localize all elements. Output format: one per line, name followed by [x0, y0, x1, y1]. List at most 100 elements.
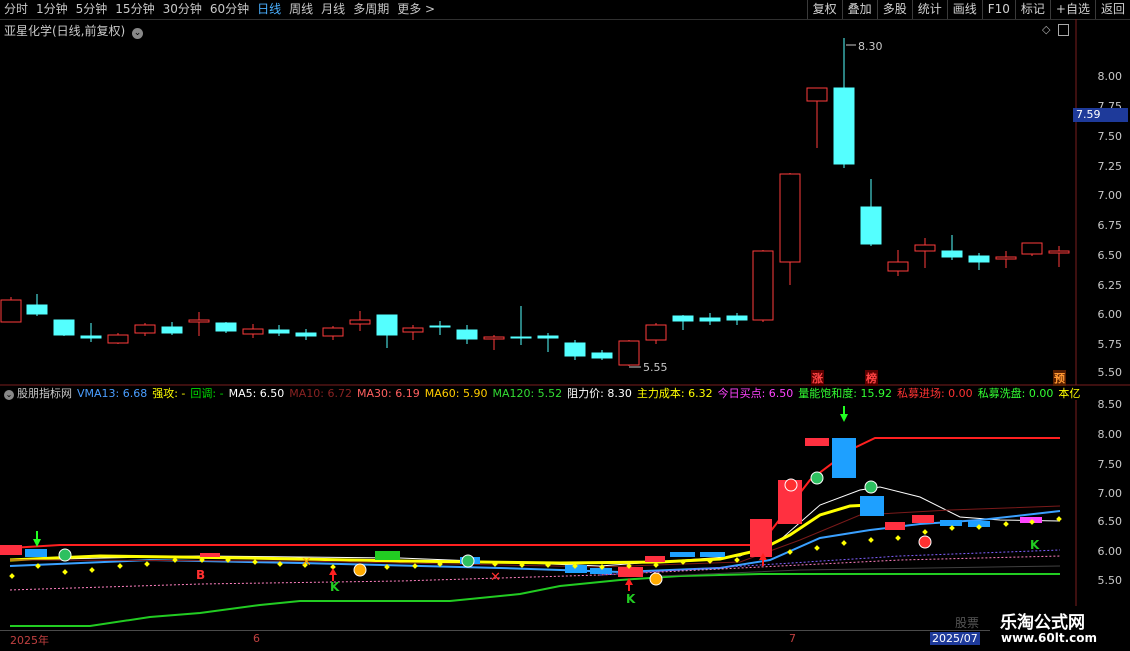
toolbar-btn-0[interactable]: 复权	[806, 0, 842, 19]
toolbar-btn-7[interactable]: +自选	[1049, 0, 1095, 19]
signal-circle	[810, 471, 824, 485]
signal-dot	[895, 535, 901, 541]
indicator-tick: 7.50	[1097, 458, 1123, 471]
tab-3[interactable]: 15分钟	[111, 0, 158, 19]
marker-bang: 榜	[865, 370, 878, 386]
tab-4[interactable]: 30分钟	[159, 0, 206, 19]
indicator-value-14: 本亿	[1058, 387, 1081, 400]
price-tick: 8.00	[1097, 70, 1123, 83]
tab-5[interactable]: 60分钟	[206, 0, 253, 19]
tab-8[interactable]: 月线	[317, 0, 349, 19]
price-tick: 7.25	[1097, 160, 1123, 173]
tab-1[interactable]: 1分钟	[32, 0, 72, 19]
indicator-tick: 8.00	[1097, 428, 1123, 441]
candle-body	[215, 322, 237, 332]
candle-body	[107, 334, 129, 344]
indicator-bar	[940, 520, 962, 526]
candle-body	[510, 336, 532, 339]
marker-zhang: 涨	[811, 370, 824, 386]
candle-body	[0, 299, 22, 323]
indicator-value-13: 私募洗盘: 0.00	[977, 387, 1054, 400]
candle-body	[1048, 250, 1070, 254]
current-price-tag: 7.59	[1073, 108, 1128, 122]
price-tick: 6.75	[1097, 219, 1123, 232]
indicator-chart[interactable]: ✕ ✕ B K K K	[0, 400, 1130, 630]
indicator-bar	[590, 568, 612, 574]
candle-body	[752, 250, 774, 321]
signal-dot	[922, 529, 928, 535]
signal-label: K	[1030, 538, 1040, 552]
candle-body	[295, 332, 317, 337]
svg-text:✕: ✕	[301, 555, 312, 570]
candle-body	[537, 335, 559, 339]
indicator-bar	[912, 515, 934, 523]
signal-dot	[252, 559, 258, 565]
toolbar-btn-2[interactable]: 多股	[876, 0, 912, 19]
signal-circle	[649, 572, 663, 586]
indicator-value-3: MA5: 6.50	[228, 387, 285, 400]
signal-dot	[412, 563, 418, 569]
indicator-tick: 8.50	[1097, 398, 1123, 411]
signal-circle	[353, 563, 367, 577]
toolbar-btn-6[interactable]: 标记	[1014, 0, 1050, 19]
indicator-value-10: 今日买点: 6.50	[717, 387, 794, 400]
candle-body	[887, 261, 909, 272]
signal-circle	[58, 548, 72, 562]
tab-9[interactable]: 多周期	[349, 0, 393, 19]
candle-body	[349, 319, 371, 325]
candle-body	[591, 352, 613, 359]
indicator-value-11: 量能饱和度: 15.92	[798, 387, 892, 400]
signal-dot	[1003, 521, 1009, 527]
price-tick: 6.00	[1097, 308, 1123, 321]
indicator-tick: 7.00	[1097, 487, 1123, 500]
watermark-url: www.60lt.com	[1001, 631, 1098, 645]
signal-dot	[89, 567, 95, 573]
toolbar-btn-1[interactable]: 叠加	[841, 0, 877, 19]
date-axis: 2025年 6 7 2025/07	[0, 630, 1080, 651]
candle-body	[914, 244, 936, 252]
chevron-down-icon[interactable]: ⌄	[4, 390, 14, 400]
candle-body	[779, 173, 801, 263]
indicator-bar	[0, 545, 22, 555]
candle-body	[483, 336, 505, 340]
toolbar-btn-5[interactable]: F10	[981, 0, 1015, 19]
signal-label: B	[196, 568, 205, 582]
indicator-value-2: 回调: -	[190, 387, 224, 400]
candle-body	[268, 329, 290, 334]
candle-body	[726, 315, 748, 321]
tab-0[interactable]: 分时	[0, 0, 32, 19]
price-tick: 5.75	[1097, 338, 1123, 351]
signal-dot	[868, 537, 874, 543]
watermark-title: 乐淘公式网	[1000, 613, 1085, 633]
indicator-bar	[832, 438, 856, 478]
indicator-value-0: VMA13: 6.68	[77, 387, 148, 400]
indicator-value-1: 强攻: -	[152, 387, 186, 400]
indicator-bar	[700, 552, 725, 557]
tab-7[interactable]: 周线	[285, 0, 317, 19]
toolbar-btn-8[interactable]: 返回	[1094, 0, 1130, 19]
indicator-tick: 6.50	[1097, 515, 1123, 528]
candle-body	[161, 326, 183, 334]
indicator-bar	[805, 438, 829, 446]
indicator-value-5: MA30: 6.19	[357, 387, 420, 400]
tab-10[interactable]: 更多 >	[393, 0, 439, 19]
date-label-7: 7	[789, 632, 796, 645]
signal-dot	[841, 540, 847, 546]
candle-body	[322, 327, 344, 337]
indicator-line	[9, 503, 871, 565]
tab-2[interactable]: 5分钟	[72, 0, 112, 19]
indicator-tick: 5.50	[1097, 574, 1123, 587]
toolbar-btn-3[interactable]: 统计	[911, 0, 947, 19]
tab-6[interactable]: 日线	[253, 0, 285, 19]
indicator-value-9: 主力成本: 6.32	[636, 387, 713, 400]
candlestick-chart[interactable]: 8.30 5.55	[0, 19, 1130, 404]
signal-dot	[9, 573, 15, 579]
candle-body	[402, 327, 424, 333]
price-tick: 6.50	[1097, 249, 1123, 262]
indicator-bar	[860, 496, 884, 516]
toolbar-btn-4[interactable]: 画线	[946, 0, 982, 19]
indicator-bar	[375, 551, 400, 560]
candle-body	[53, 319, 75, 336]
candle-body	[80, 335, 102, 339]
indicator-title: ⌄ 股朋指标网 VMA13: 6.68 强攻: - 回调: - MA5: 6.50 MA10…	[4, 387, 1081, 401]
